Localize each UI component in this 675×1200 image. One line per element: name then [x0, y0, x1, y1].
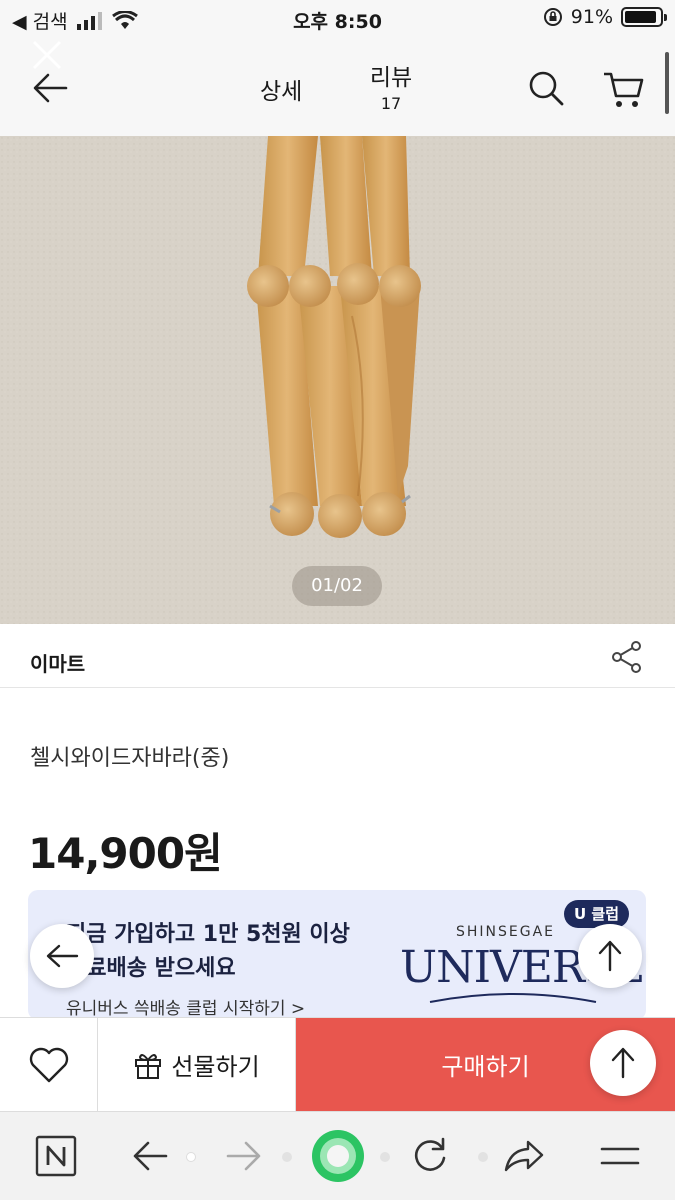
page-dot — [380, 1152, 390, 1162]
arrow-up-icon — [611, 1047, 635, 1079]
back-to-app[interactable]: ◀ 검색 — [12, 7, 138, 34]
cart-icon[interactable] — [602, 68, 646, 110]
back-arrow-icon[interactable] — [30, 68, 70, 108]
share-arrow-icon[interactable] — [502, 1134, 546, 1178]
gift-icon — [135, 1053, 162, 1079]
review-count: 17 — [380, 94, 402, 113]
signal-icon — [76, 11, 102, 30]
refresh-icon[interactable] — [408, 1134, 452, 1178]
image-pager: 01/02 — [292, 566, 382, 606]
wifi-icon — [111, 10, 138, 29]
brand-subtitle: SHINSEGAE — [456, 924, 556, 940]
gift-label: 선물하기 — [171, 1053, 260, 1081]
brand-swoosh — [429, 993, 597, 1003]
heart-icon — [29, 1047, 68, 1082]
share-icon[interactable] — [610, 640, 644, 674]
gift-button[interactable]: 선물하기 — [98, 1018, 296, 1111]
universe-club-banner[interactable]: 지금 가입하고 1만 5천원 이상 무료배송 받으세요 유니버스 쓱배송 클럽 … — [28, 890, 646, 1020]
promo-link[interactable]: 유니버스 쓱배송 클럽 시작하기 > — [66, 994, 305, 1019]
u-club-badge: U 클럽 — [564, 900, 630, 928]
product-title: 첼시와이드자바라(중) — [30, 746, 230, 771]
product-photo — [0, 136, 675, 624]
seller-name[interactable]: 이마트 — [30, 648, 85, 677]
status-right: 91% — [543, 6, 667, 28]
tab-review-label: 리뷰 — [369, 65, 413, 91]
close-icon[interactable] — [30, 38, 64, 72]
tab-detail[interactable]: 상세 — [260, 72, 302, 106]
browser-forward-icon[interactable] — [222, 1134, 266, 1178]
rotation-lock-icon — [543, 8, 562, 26]
purchase-bar: 선물하기 구매하기 — [0, 1017, 675, 1111]
arrow-up-icon — [598, 940, 622, 972]
page-dot — [186, 1152, 196, 1162]
promo-headline-1: 지금 가입하고 1만 5천원 이상 — [66, 922, 350, 947]
battery-percent: 91% — [570, 6, 613, 28]
back-app-label: ◀ 검색 — [12, 11, 68, 33]
wishlist-button[interactable] — [0, 1018, 98, 1111]
tab-review[interactable]: 리뷰 17 — [366, 58, 416, 113]
scroll-top-button-bottom[interactable] — [590, 1030, 656, 1096]
browser-back-icon[interactable] — [128, 1134, 172, 1178]
seller-row: 이마트 — [0, 624, 675, 688]
product-price: 14,900원 — [28, 829, 223, 878]
green-dot-icon[interactable] — [310, 1128, 366, 1184]
search-icon[interactable] — [526, 68, 566, 108]
product-header: 상세 리뷰 17 — [0, 38, 675, 136]
page-dot — [478, 1152, 488, 1162]
screen: ◀ 검색 오후 8:50 91% 상세 리뷰 17 01/02 이마트 첼시와이… — [0, 0, 675, 1200]
status-bar: ◀ 검색 오후 8:50 91% — [0, 0, 675, 38]
page-dot — [282, 1152, 292, 1162]
browser-toolbar — [0, 1111, 675, 1200]
arrow-left-icon — [46, 944, 79, 968]
buy-label: 구매하기 — [441, 1053, 530, 1081]
product-image-carousel[interactable]: 01/02 — [0, 136, 675, 624]
battery-icon — [621, 7, 667, 27]
menu-icon[interactable] — [598, 1134, 642, 1178]
scroll-indicator — [665, 52, 669, 114]
prev-page-button[interactable] — [30, 924, 94, 988]
naver-home-icon[interactable] — [34, 1134, 78, 1178]
scroll-top-button[interactable] — [578, 924, 642, 988]
